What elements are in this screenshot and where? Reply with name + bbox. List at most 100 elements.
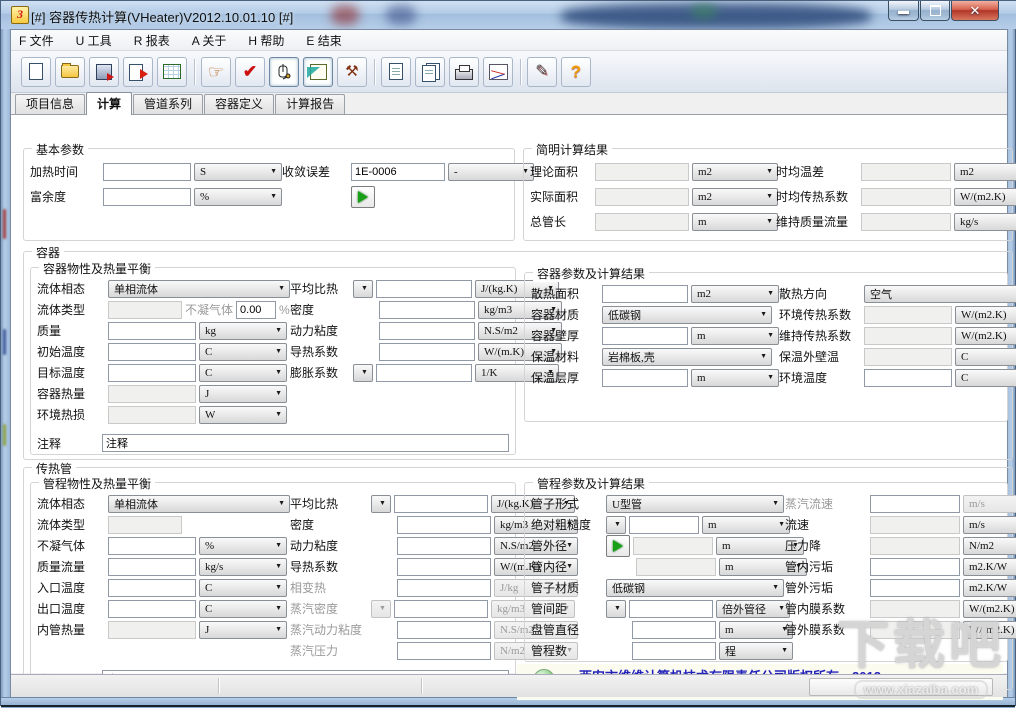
text-input[interactable]: [108, 600, 196, 618]
text-input[interactable]: [394, 495, 488, 513]
dropdown[interactable]: W/(m2.K)▼: [955, 327, 1016, 345]
dropdown[interactable]: m2▼: [692, 188, 778, 206]
dropdown[interactable]: m2▼: [692, 163, 778, 181]
mini-dropdown[interactable]: ▼: [353, 364, 373, 382]
text-input[interactable]: [397, 537, 491, 555]
text-input[interactable]: [103, 188, 191, 206]
dropdown[interactable]: %▼: [194, 188, 282, 206]
toolbar-button-edit-pad[interactable]: [303, 57, 333, 87]
toolbar-button-chart[interactable]: [483, 57, 513, 87]
mini-dropdown[interactable]: ▼: [353, 280, 373, 298]
tab-0[interactable]: 项目信息: [15, 94, 85, 114]
dropdown[interactable]: m▼: [719, 621, 793, 639]
text-input[interactable]: [602, 285, 688, 303]
text-input[interactable]: [103, 163, 191, 181]
dropdown[interactable]: U型管▼: [606, 495, 784, 513]
dropdown[interactable]: kg/s▼: [199, 558, 287, 576]
dropdown[interactable]: 低碳钢▼: [606, 579, 784, 597]
text-input[interactable]: [397, 642, 491, 660]
dropdown[interactable]: -▼: [448, 163, 534, 181]
dropdown[interactable]: C▼: [199, 600, 287, 618]
text-input[interactable]: [632, 621, 716, 639]
menu-item-0[interactable]: F 文件: [19, 32, 54, 49]
text-input[interactable]: [602, 327, 688, 345]
dropdown[interactable]: W/(m2.K)▼: [955, 306, 1016, 324]
text-input[interactable]: [376, 280, 472, 298]
dropdown[interactable]: m/s▼: [963, 516, 1016, 534]
menu-item-4[interactable]: H 帮助: [248, 32, 284, 49]
minimize-button[interactable]: ▬: [888, 1, 919, 21]
dropdown[interactable]: 空气▼: [864, 285, 1016, 303]
dropdown[interactable]: 岩棉板,壳▼: [602, 348, 772, 366]
text-input[interactable]: [602, 369, 688, 387]
dropdown[interactable]: C▼: [199, 579, 287, 597]
dropdown[interactable]: 低碳钢▼: [602, 306, 772, 324]
dropdown[interactable]: m2▼: [691, 285, 779, 303]
text-input[interactable]: [397, 621, 491, 639]
dropdown[interactable]: C▼: [199, 343, 287, 361]
text-input[interactable]: [379, 343, 475, 361]
dropdown[interactable]: m▼: [702, 516, 790, 534]
text-input[interactable]: [108, 322, 196, 340]
text-input[interactable]: [397, 516, 491, 534]
dropdown[interactable]: W/(m2.K)▼: [963, 600, 1016, 618]
text-input[interactable]: [870, 495, 960, 513]
text-input[interactable]: [379, 301, 475, 319]
toolbar-button-export[interactable]: [123, 57, 153, 87]
toolbar-button-tools[interactable]: ⚒: [337, 57, 367, 87]
dropdown[interactable]: m▼: [691, 327, 779, 345]
dropdown[interactable]: 单相流体▼: [108, 495, 290, 513]
close-button[interactable]: ✕: [951, 1, 999, 21]
dropdown[interactable]: W▼: [199, 406, 287, 424]
toolbar-button-vessel-diagram[interactable]: [269, 57, 299, 87]
text-input[interactable]: [864, 369, 952, 387]
tab-4[interactable]: 计算报告: [275, 94, 345, 114]
dropdown[interactable]: J▼: [199, 385, 287, 403]
dropdown[interactable]: C▼: [199, 364, 287, 382]
dropdown[interactable]: 程▼: [719, 642, 793, 660]
tab-2[interactable]: 管道系列: [133, 94, 203, 114]
text-input[interactable]: [397, 579, 491, 597]
dropdown[interactable]: W/(m2.K)▼: [954, 188, 1016, 206]
menu-item-2[interactable]: R 报表: [134, 32, 170, 49]
text-input[interactable]: [108, 579, 196, 597]
text-input[interactable]: [236, 301, 276, 319]
text-input[interactable]: [870, 558, 960, 576]
mini-dropdown[interactable]: ▼: [606, 516, 626, 534]
dropdown[interactable]: 单相流体▼: [108, 280, 290, 298]
dropdown[interactable]: m▼: [691, 369, 779, 387]
toolbar-button-modify[interactable]: ✎: [527, 57, 557, 87]
text-input[interactable]: [376, 364, 472, 382]
text-input[interactable]: [351, 163, 445, 181]
text-input[interactable]: [870, 579, 960, 597]
run-button[interactable]: [351, 186, 375, 208]
mini-dropdown[interactable]: ▼: [606, 600, 626, 618]
toolbar-button-table[interactable]: [157, 57, 187, 87]
mini-dropdown[interactable]: ▼: [371, 495, 391, 513]
dropdown[interactable]: J▼: [199, 621, 287, 639]
dropdown[interactable]: N/m2▼: [963, 537, 1016, 555]
toolbar-button-save[interactable]: [89, 57, 119, 87]
text-input[interactable]: [629, 600, 713, 618]
dropdown[interactable]: 倍外管径▼: [716, 600, 790, 618]
toolbar-button-help[interactable]: ?: [561, 57, 591, 87]
dropdown[interactable]: kg▼: [199, 322, 287, 340]
tab-1[interactable]: 计算: [86, 92, 132, 115]
dropdown[interactable]: %▼: [199, 537, 287, 555]
run-button[interactable]: [606, 535, 630, 557]
maximize-button[interactable]: [920, 1, 950, 21]
menu-item-1[interactable]: U 工具: [76, 32, 112, 49]
tab-3[interactable]: 容器定义: [204, 94, 274, 114]
dropdown[interactable]: kg/s▼: [954, 213, 1016, 231]
text-input[interactable]: [108, 364, 196, 382]
dropdown[interactable]: m2.K/W▼: [963, 579, 1016, 597]
toolbar-button-open-folder[interactable]: [55, 57, 85, 87]
toolbar-button-report[interactable]: [381, 57, 411, 87]
text-input[interactable]: [394, 600, 488, 618]
dropdown[interactable]: C▼: [955, 348, 1016, 366]
dropdown[interactable]: C▼: [955, 369, 1016, 387]
text-input[interactable]: [108, 537, 196, 555]
toolbar-button-check-input[interactable]: ✔: [235, 57, 265, 87]
dropdown[interactable]: m▼: [692, 213, 778, 231]
menu-item-3[interactable]: A 关于: [192, 32, 227, 49]
